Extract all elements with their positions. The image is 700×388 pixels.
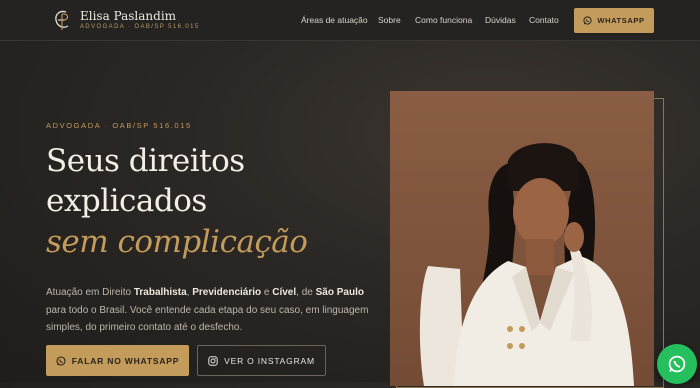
nav-link-duvidas[interactable]: Dúvidas <box>485 15 516 25</box>
area-trabalhista: Trabalhista <box>133 287 187 298</box>
area-civel: Cível <box>272 287 297 298</box>
floating-whatsapp-button[interactable] <box>657 344 697 384</box>
description-of: , de <box>296 287 316 298</box>
hero-title-line-2: explicados <box>46 183 207 219</box>
nav-link-contato[interactable]: Contato <box>529 15 559 25</box>
view-instagram-button[interactable]: VER O INSTAGRAM <box>197 345 326 376</box>
talk-on-whatsapp-label: FALAR NO WHATSAPP <box>71 355 180 366</box>
whatsapp-header-label: WHATSAPP <box>597 16 645 25</box>
hero-title-line-1: Seus direitos <box>46 143 245 179</box>
view-instagram-label: VER O INSTAGRAM <box>224 355 315 366</box>
hero-title-highlight: sem complicação <box>46 224 308 260</box>
portrait-photo <box>390 91 654 386</box>
whatsapp-icon <box>668 355 686 373</box>
hero-description: Atuação em Direito Trabalhista, Previden… <box>46 287 369 334</box>
nav-link-sobre[interactable]: Sobre <box>378 15 401 25</box>
city-sao-paulo: São Paulo <box>315 287 364 298</box>
nav-link-areas[interactable]: Áreas de atuação <box>301 15 368 25</box>
nav-link-como-funciona[interactable]: Como funciona <box>415 15 472 25</box>
whatsapp-icon <box>56 355 66 366</box>
whatsapp-header-button[interactable]: WHATSAPP <box>574 8 654 33</box>
description-rest: para todo o Brasil. Você entende cada et… <box>46 304 369 334</box>
portrait-illustration <box>419 143 634 386</box>
area-previdenciario: Previdenciário <box>192 287 262 298</box>
hero-eyebrow: ADVOGADA · OAB/SP 516.015 <box>46 121 192 130</box>
description-and: e <box>261 287 273 298</box>
description-intro: Atuação em Direito <box>46 287 134 298</box>
top-navigation-bar: Elisa Paslandim ADVOGADA · OAB/SP 516.01… <box>0 0 700 41</box>
talk-on-whatsapp-button[interactable]: FALAR NO WHATSAPP <box>46 345 189 376</box>
whatsapp-icon <box>583 16 593 25</box>
monogram-logo-icon[interactable] <box>51 8 73 32</box>
brand-subtitle: ADVOGADA · OAB/SP 516.015 <box>80 24 200 30</box>
instagram-icon <box>208 355 218 366</box>
brand-name[interactable]: Elisa Paslandim <box>80 9 176 23</box>
